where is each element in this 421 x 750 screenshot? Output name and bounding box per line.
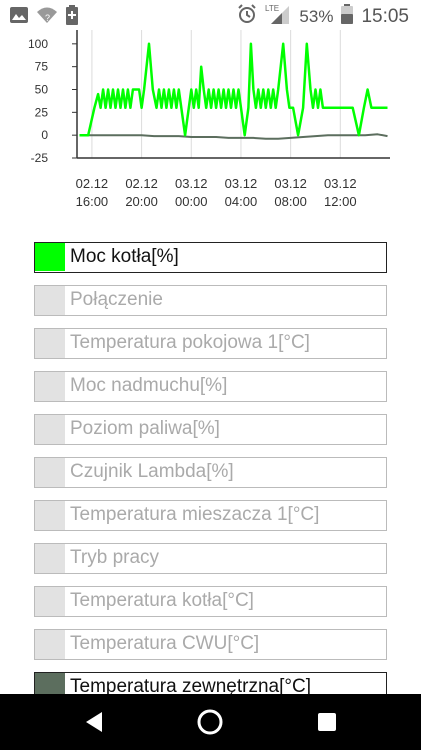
legend-item[interactable]: Temperatura CWU[°C] xyxy=(34,629,387,660)
svg-text:?: ? xyxy=(45,13,50,23)
legend-label: Temperatura CWU[°C] xyxy=(70,633,260,654)
legend-item[interactable]: Moc nadmuchu[%] xyxy=(34,371,387,402)
x-tick-time: 00:00 xyxy=(175,194,208,209)
x-tick-date: 03.12 xyxy=(324,176,357,191)
legend-item[interactable]: Tryb pracy xyxy=(34,543,387,574)
y-tick-label: 50 xyxy=(35,83,49,97)
legend-label: Połączenie xyxy=(70,289,163,310)
y-tick-label: 0 xyxy=(41,128,48,142)
legend-color-swatch xyxy=(35,544,65,573)
legend-color-swatch xyxy=(35,501,65,530)
y-tick-label: -25 xyxy=(31,151,49,165)
battery-saver-icon xyxy=(66,5,78,30)
legend-color-swatch xyxy=(35,458,65,487)
legend-item[interactable]: Temperatura pokojowa 1[°C] xyxy=(34,328,387,359)
legend-color-swatch xyxy=(35,243,65,271)
legend-label: Tryb pracy xyxy=(70,547,160,568)
recents-icon xyxy=(318,713,336,731)
legend-item[interactable]: Moc kotła[%] xyxy=(34,242,387,273)
navigation-bar xyxy=(0,694,421,750)
legend-label: Poziom paliwa[%] xyxy=(70,418,220,439)
legend-item[interactable]: Temperatura kotła[°C] xyxy=(34,586,387,617)
lte-label: LTE xyxy=(265,4,279,13)
signal-lte-icon: LTE xyxy=(265,3,291,30)
legend-label: Temperatura mieszacza 1[°C] xyxy=(70,504,320,525)
series-legend: Moc kotła[%] Połączenie Temperatura pokojo… xyxy=(34,242,387,715)
battery-percent: 53% xyxy=(299,6,334,26)
series-line-moc-kotla xyxy=(79,42,388,137)
legend-item[interactable]: Temperatura mieszacza 1[°C] xyxy=(34,500,387,531)
x-tick-time: 12:00 xyxy=(324,194,357,209)
series-line-temperatura-zewnetrzna xyxy=(79,133,388,140)
x-tick-date: 02.12 xyxy=(76,176,109,191)
legend-label: Moc nadmuchu[%] xyxy=(70,375,228,396)
home-button[interactable] xyxy=(180,694,240,750)
image-icon xyxy=(10,7,28,28)
wifi-question-icon: ? xyxy=(36,6,58,29)
y-tick-label: 75 xyxy=(35,60,49,74)
recents-button[interactable] xyxy=(297,694,357,750)
x-tick-date: 03.12 xyxy=(274,176,307,191)
legend-label: Temperatura kotła[°C] xyxy=(70,590,254,611)
legend-item[interactable]: Poziom paliwa[%] xyxy=(34,414,387,445)
chart-svg: 100 75 50 25 0 -25 02.12 16:00 02.12 20:00 03.12 00… xyxy=(28,30,390,209)
legend-item[interactable]: Połączenie xyxy=(34,285,387,316)
legend-label: Moc kotła[%] xyxy=(70,246,179,267)
x-tick-time: 04:00 xyxy=(225,194,258,209)
legend-color-swatch xyxy=(35,630,65,659)
back-button[interactable] xyxy=(64,694,124,750)
legend-color-swatch xyxy=(35,372,65,401)
x-tick-date: 02.12 xyxy=(125,176,158,191)
home-icon xyxy=(197,709,223,735)
legend-label: Czujnik Lambda[%] xyxy=(70,461,234,482)
legend-color-swatch xyxy=(35,587,65,616)
battery-icon xyxy=(341,4,354,29)
x-tick-date: 03.12 xyxy=(175,176,208,191)
x-tick-time: 20:00 xyxy=(125,194,158,209)
y-tick-label: 25 xyxy=(35,105,49,119)
line-chart[interactable]: 100 75 50 25 0 -25 02.12 16:00 02.12 20:00 03.12 00… xyxy=(0,30,421,230)
legend-color-swatch xyxy=(35,286,65,315)
alarm-icon xyxy=(237,4,257,29)
legend-label: Temperatura pokojowa 1[°C] xyxy=(70,332,310,353)
y-tick-label: 100 xyxy=(28,37,48,51)
back-icon xyxy=(86,712,102,732)
x-tick-time: 08:00 xyxy=(274,194,307,209)
clock: 15:05 xyxy=(361,5,409,27)
x-tick-date: 03.12 xyxy=(225,176,258,191)
legend-color-swatch xyxy=(35,415,65,444)
status-bar: ? LTE 53% 15:05 xyxy=(0,0,421,30)
x-tick-time: 16:00 xyxy=(76,194,109,209)
legend-color-swatch xyxy=(35,329,65,358)
legend-item[interactable]: Czujnik Lambda[%] xyxy=(34,457,387,488)
